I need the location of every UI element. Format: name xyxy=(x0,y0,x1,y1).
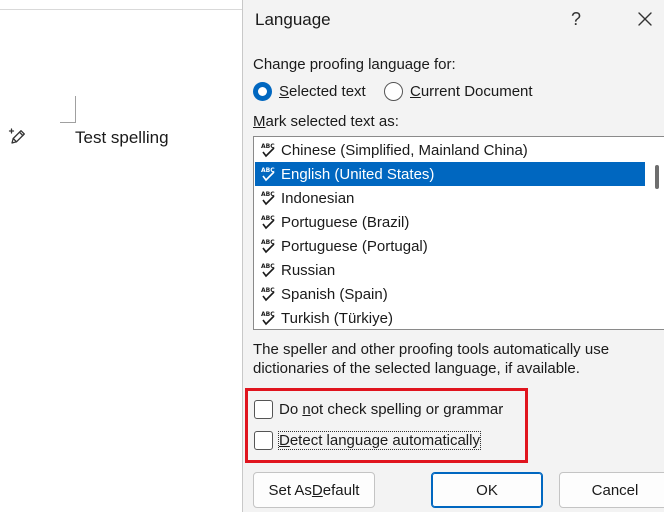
set-as-default-button[interactable]: Set As Default xyxy=(253,472,375,508)
mnemonic-key: n xyxy=(302,401,311,418)
document-top-divider xyxy=(0,9,242,10)
language-item[interactable]: ABC Spanish (Spain) xyxy=(255,282,645,306)
ok-button[interactable]: OK xyxy=(431,472,543,508)
label-rest: efault xyxy=(322,481,360,499)
language-item-selected[interactable]: ABC English (United States) xyxy=(255,162,645,186)
mnemonic-key: M xyxy=(253,113,266,130)
close-button[interactable] xyxy=(629,4,661,34)
pen-sparkle-icon[interactable] xyxy=(6,125,30,149)
list-scrollbar-thumb[interactable] xyxy=(655,165,659,189)
mark-selected-text-label: Mark selected text as: xyxy=(253,113,399,130)
spellcheck-icon: ABC xyxy=(261,215,275,230)
language-item[interactable]: ABC Russian xyxy=(255,258,645,282)
language-label: Turkish (Türkiye) xyxy=(281,309,393,327)
language-label: Indonesian xyxy=(281,189,355,207)
checkbox-do-not-check[interactable] xyxy=(254,400,273,419)
label-rest: elected text xyxy=(289,83,366,100)
spellcheck-icon: ABC xyxy=(261,311,275,326)
radio-current-document-label[interactable]: Current Document xyxy=(410,83,533,100)
label-rest: ark selected text as: xyxy=(265,113,399,130)
language-label: Portuguese (Portugal) xyxy=(281,237,428,255)
checkbox-detect-language-label[interactable]: Detect language automatically xyxy=(278,431,481,450)
highlight-annotation-box xyxy=(245,388,528,463)
label-rest: etect language automatically xyxy=(289,432,480,449)
mnemonic-key: D xyxy=(311,481,323,499)
spellcheck-icon: ABC xyxy=(261,263,275,278)
spellcheck-icon: ABC xyxy=(261,167,275,182)
language-label: Russian xyxy=(281,261,336,279)
language-item[interactable]: ABC Chinese (Simplified, Mainland China) xyxy=(255,138,645,162)
language-item[interactable]: ABC Portuguese (Portugal) xyxy=(255,234,645,258)
language-item[interactable]: ABC Indonesian xyxy=(255,186,645,210)
document-area[interactable]: Test spelling xyxy=(0,0,242,512)
checkbox-detect-language[interactable] xyxy=(254,431,273,450)
document-text[interactable]: Test spelling xyxy=(75,128,169,148)
language-label: English (United States) xyxy=(281,165,435,183)
mnemonic-key: D xyxy=(279,432,290,449)
label-rest: ot check spelling or grammar xyxy=(310,401,504,418)
language-item[interactable]: ABC Portuguese (Brazil) xyxy=(255,210,645,234)
dialog-title: Language xyxy=(255,10,331,29)
language-label: Portuguese (Brazil) xyxy=(281,213,410,231)
page-margin-marker xyxy=(60,96,76,123)
description-text: The speller and other proofing tools aut… xyxy=(253,341,610,377)
radio-selected-text-label[interactable]: Selected text xyxy=(279,83,366,100)
spellcheck-icon: ABC xyxy=(261,239,275,254)
label-prefix: Set As xyxy=(268,481,312,499)
close-icon xyxy=(638,12,652,26)
cancel-button[interactable]: Cancel xyxy=(559,472,664,508)
language-item[interactable]: ABC Turkish (Türkiye) xyxy=(255,306,645,329)
radio-current-document[interactable] xyxy=(384,82,403,101)
spellcheck-icon: ABC xyxy=(261,191,275,206)
mnemonic-key: S xyxy=(279,83,290,100)
proofing-language-label: Change proofing language for: xyxy=(253,56,456,73)
label-rest: urrent Document xyxy=(420,83,533,100)
language-dialog: Language ? Change proofing language for:… xyxy=(242,0,664,512)
language-label: Spanish (Spain) xyxy=(281,285,388,303)
language-list[interactable]: ABC Chinese (Simplified, Mainland China)… xyxy=(253,136,664,330)
language-label: Chinese (Simplified, Mainland China) xyxy=(281,141,528,159)
checkbox-do-not-check-label[interactable]: Do not check spelling or grammar xyxy=(279,401,503,418)
spellcheck-icon: ABC xyxy=(261,143,275,158)
radio-selected-text[interactable] xyxy=(253,82,272,101)
mnemonic-key: C xyxy=(410,83,421,100)
help-button[interactable]: ? xyxy=(561,4,591,34)
label-prefix: Do xyxy=(279,401,303,418)
spellcheck-icon: ABC xyxy=(261,287,275,302)
